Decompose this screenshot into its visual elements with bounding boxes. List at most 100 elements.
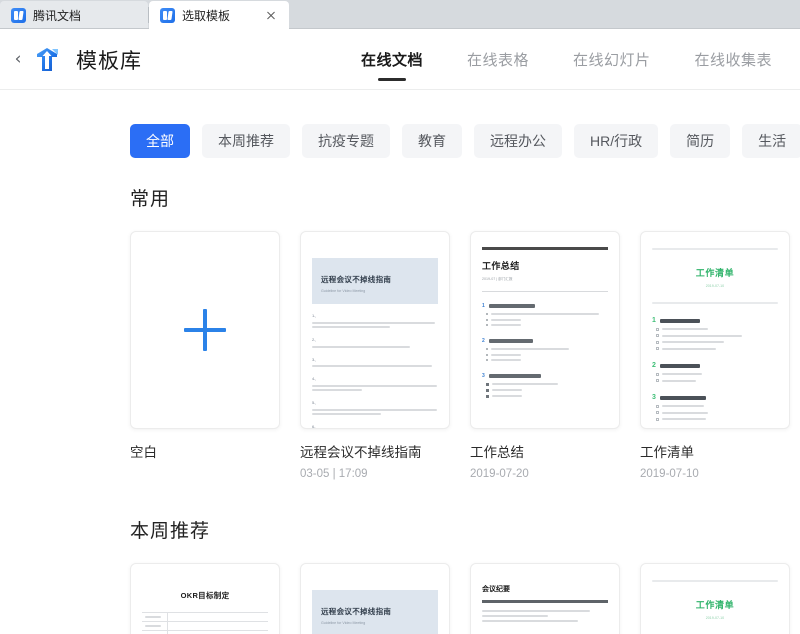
- browser-tab-strip: 腾讯文档 选取模板: [0, 0, 800, 29]
- preview-paragraph-number: 2、: [312, 337, 438, 343]
- preview-section-heading: 2: [482, 338, 608, 344]
- template-card-work-checklist[interactable]: 工作清单 2019-07-10: [640, 563, 790, 634]
- card-row-weekly-pick: OKR目标制定: [130, 563, 800, 634]
- preview-subtitle: 2019-07 | 部门汇报: [482, 277, 608, 282]
- card-row-frequently-used: 空白 远程会议不掉线指南 Guideline for Video Meeting…: [130, 231, 800, 480]
- template-card-label: 工作总结: [470, 441, 620, 461]
- preview-title: 远程会议不掉线指南: [321, 274, 429, 285]
- template-card-label: 远程会议不掉线指南: [300, 441, 450, 461]
- preview-paragraph-number: 4、: [312, 376, 438, 382]
- preview-body: OKR目标制定: [131, 564, 279, 634]
- preview-paragraph: 1、: [312, 313, 438, 328]
- back-chevron-icon[interactable]: ‹: [8, 42, 28, 78]
- preview-section-number: 2: [482, 338, 485, 344]
- preview-check-item: [656, 341, 778, 344]
- template-preview[interactable]: OKR目标制定: [130, 563, 280, 634]
- preview-section-heading: 1: [652, 317, 778, 324]
- preview-title: 远程会议不掉线指南: [321, 606, 429, 617]
- tab-strip-empty-area: [289, 1, 800, 29]
- preview-section-heading: 1: [482, 303, 608, 309]
- preview-paragraph: 2、: [312, 337, 438, 348]
- filter-chip-hr[interactable]: HR/行政: [574, 124, 658, 158]
- tab-online-slides[interactable]: 在线幻灯片: [573, 29, 651, 90]
- browser-tab-1[interactable]: 选取模板: [149, 1, 289, 29]
- tab-online-sheet[interactable]: 在线表格: [467, 29, 529, 90]
- preview-title: 工作总结: [482, 259, 608, 272]
- preview-bullet: [486, 319, 608, 321]
- preview-subtitle: 2019-07-10: [652, 284, 778, 288]
- preview-body: 工作清单 2019-07-10: [641, 564, 789, 634]
- preview-subtitle: Guideline for Video Meeting: [321, 289, 429, 293]
- template-card-date: 2019-07-20: [470, 468, 620, 480]
- filter-chip-remote-office[interactable]: 远程办公: [474, 124, 562, 158]
- preview-check-item: [656, 379, 778, 382]
- template-preview[interactable]: [130, 231, 280, 429]
- preview-paragraph: 3、: [312, 357, 438, 368]
- template-card-date: 03-05 | 17:09: [300, 468, 450, 480]
- filter-chip-epidemic[interactable]: 抗疫专题: [302, 124, 390, 158]
- template-card-work-summary[interactable]: 工作总结 2019-07 | 部门汇报 1 2: [470, 231, 620, 480]
- preview-table-row: [142, 613, 268, 622]
- preview-title: 会议纪要: [482, 584, 608, 594]
- preview-table: [142, 612, 268, 634]
- tab-online-form[interactable]: 在线收集表: [694, 29, 772, 90]
- preview-body: 会议纪要: [471, 564, 619, 634]
- section-title-frequently-used: 常用: [130, 184, 800, 211]
- preview-check-item: [656, 334, 778, 337]
- filter-chip-all[interactable]: 全部: [130, 124, 190, 158]
- preview-check-item: [656, 418, 778, 421]
- template-card-work-checklist[interactable]: 工作清单 2019-07-10 1 2: [640, 231, 790, 480]
- preview-bullet: [486, 389, 608, 392]
- preview-divider: [482, 291, 608, 292]
- browser-tab-0[interactable]: 腾讯文档: [0, 1, 148, 29]
- section-title-weekly-pick: 本周推荐: [130, 516, 800, 543]
- preview-bullet: [486, 383, 608, 386]
- template-card-okr[interactable]: OKR目标制定: [130, 563, 280, 634]
- tencent-docs-favicon: [11, 8, 26, 23]
- template-preview[interactable]: 工作清单 2019-07-10 1 2: [640, 231, 790, 429]
- preview-section-heading: 2: [652, 362, 778, 369]
- template-preview[interactable]: 远程会议不掉线指南 Guideline for Video Meeting: [300, 563, 450, 634]
- template-preview[interactable]: 远程会议不掉线指南 Guideline for Video Meeting 1、…: [300, 231, 450, 429]
- template-preview[interactable]: 会议纪要: [470, 563, 620, 634]
- template-card-blank[interactable]: 空白: [130, 231, 280, 480]
- close-icon[interactable]: [263, 7, 279, 23]
- preview-section-number: 3: [482, 373, 485, 379]
- preview-section-number: 1: [652, 317, 656, 324]
- filter-chip-bar: 全部 本周推荐 抗疫专题 教育 远程办公 HR/行政 简历 生活 合同: [0, 90, 800, 166]
- preview-checklist: [652, 405, 778, 421]
- template-preview[interactable]: 工作总结 2019-07 | 部门汇报 1 2: [470, 231, 620, 429]
- preview-paragraph: 6、: [312, 424, 438, 429]
- template-card-label: 工作清单: [640, 441, 790, 461]
- preview-title: 工作清单: [652, 266, 778, 279]
- tab-online-document[interactable]: 在线文档: [361, 29, 423, 90]
- preview-bullet-list: [482, 383, 608, 398]
- tencent-docs-logo: [32, 45, 62, 75]
- template-card-remote-meeting[interactable]: 远程会议不掉线指南 Guideline for Video Meeting: [300, 563, 450, 634]
- preview-bullet: [486, 324, 608, 326]
- preview-table-row: [142, 622, 268, 631]
- preview-paragraph: 5、: [312, 400, 438, 415]
- template-card-remote-meeting[interactable]: 远程会议不掉线指南 Guideline for Video Meeting 1、…: [300, 231, 450, 480]
- preview-check-item: [656, 373, 778, 376]
- page-title: 模板库: [76, 45, 142, 75]
- preview-subtitle: Guideline for Video Meeting: [321, 621, 429, 625]
- template-card-date: 2019-07-10: [640, 468, 790, 480]
- filter-chip-weekly-pick[interactable]: 本周推荐: [202, 124, 290, 158]
- filter-chip-life[interactable]: 生活: [742, 124, 800, 158]
- preview-section-number: 3: [652, 394, 656, 401]
- preview-bullet: [486, 354, 608, 356]
- filter-chip-education[interactable]: 教育: [402, 124, 462, 158]
- template-content: 常用 空白 远程会议不掉线指南 Guideline for Video Meet…: [0, 184, 800, 634]
- preview-title: OKR目标制定: [142, 590, 268, 601]
- preview-top-rule: [482, 247, 608, 250]
- preview-body: 工作清单 2019-07-10 1 2: [641, 232, 789, 428]
- browser-tab-title: 腾讯文档: [33, 7, 138, 24]
- template-card-meeting-notes[interactable]: 会议纪要: [470, 563, 620, 634]
- preview-subtitle: 2019-07-10: [652, 616, 778, 620]
- preview-title: 工作清单: [652, 598, 778, 611]
- filter-chip-resume[interactable]: 简历: [670, 124, 730, 158]
- preview-bullet: [486, 395, 608, 398]
- preview-section-heading: 3: [482, 373, 608, 379]
- template-preview[interactable]: 工作清单 2019-07-10: [640, 563, 790, 634]
